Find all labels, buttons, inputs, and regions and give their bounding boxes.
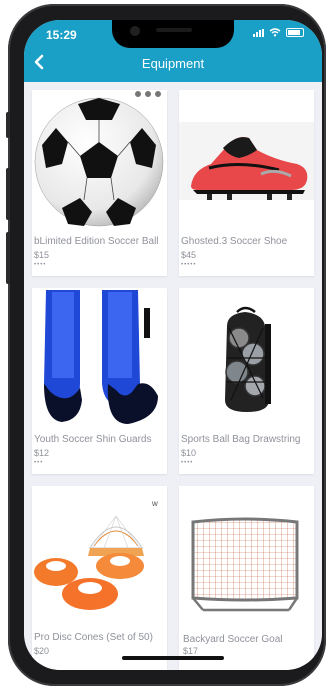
notch xyxy=(112,20,234,48)
disc-cones-image: w xyxy=(34,499,158,610)
ball-bag-image xyxy=(225,306,271,412)
product-name: bLimited Edition Soccer Ball xyxy=(34,236,159,247)
home-indicator[interactable] xyxy=(122,656,224,660)
product-price: $15 xyxy=(34,250,50,260)
page-title: Equipment xyxy=(141,56,205,71)
product-name: Backyard Soccer Goal xyxy=(183,634,283,645)
volume-down-button xyxy=(6,168,10,220)
product-name: Pro Disc Cones (Set of 50) xyxy=(34,632,153,643)
screen: 15:29 Equipment bLimited Edition Soccer … xyxy=(24,20,322,670)
product-card[interactable]: Ghosted.3 Soccer Shoe $45 ••••• xyxy=(179,90,314,276)
product-rating: ••••• xyxy=(181,262,197,268)
product-price: $20 xyxy=(34,646,50,656)
product-name: Youth Soccer Shin Guards xyxy=(34,434,152,445)
soccer-goal-image xyxy=(191,517,299,612)
product-card[interactable]: w Pro Disc Cones (Set of 50) $20 xyxy=(32,486,167,670)
shin-guards-image xyxy=(44,290,158,424)
power-button xyxy=(6,232,10,284)
status-time: 15:29 xyxy=(46,28,77,42)
product-rating: •••• xyxy=(34,262,47,268)
wifi-icon xyxy=(269,28,281,37)
signal-icon xyxy=(253,28,264,37)
product-card[interactable]: Youth Soccer Shin Guards $12 ••• xyxy=(32,288,167,474)
product-rating: ••• xyxy=(34,460,44,466)
product-price: $17 xyxy=(183,646,199,656)
product-name: Ghosted.3 Soccer Shoe xyxy=(181,236,288,247)
product-rating: •••• xyxy=(181,460,194,466)
volume-up-button xyxy=(6,112,10,138)
soccer-ball-image xyxy=(34,91,164,227)
product-card[interactable]: Backyard Soccer Goal $17 xyxy=(179,486,314,670)
product-card[interactable]: bLimited Edition Soccer Ball $15 •••• xyxy=(32,90,167,276)
soccer-shoe-image xyxy=(179,122,314,200)
product-card[interactable]: Sports Ball Bag Drawstring $10 •••• xyxy=(179,288,314,474)
camera xyxy=(130,26,140,36)
battery-icon xyxy=(286,28,304,37)
product-name: Sports Ball Bag Drawstring xyxy=(181,434,301,445)
status-icons xyxy=(253,28,304,37)
product-grid: bLimited Edition Soccer Ball $15 •••• Gh… xyxy=(32,90,314,670)
svg-text:w: w xyxy=(151,499,158,508)
speaker xyxy=(156,28,192,32)
nav-bar: Equipment xyxy=(24,50,322,80)
product-price: $12 xyxy=(34,448,50,458)
product-price: $10 xyxy=(181,448,197,458)
product-price: $45 xyxy=(181,250,197,260)
